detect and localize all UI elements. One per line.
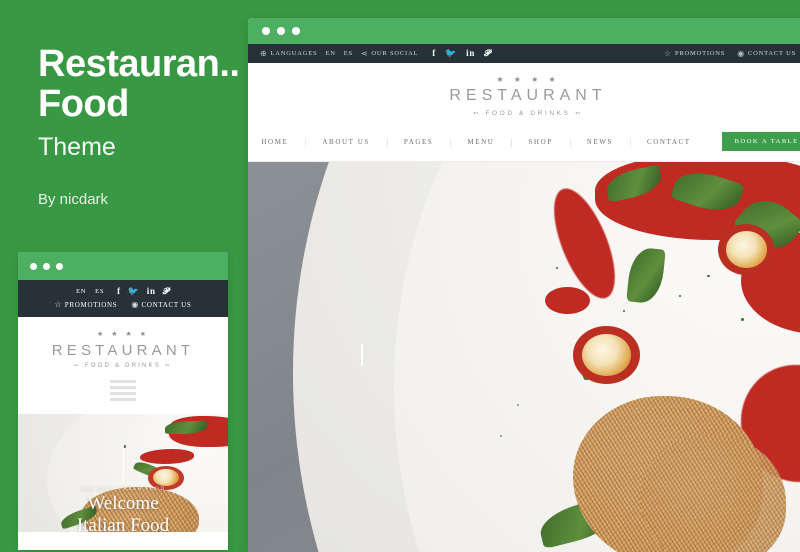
flourish-left-icon: ➳ [473,110,482,117]
globe-icon: ⊕ [260,48,268,58]
desktop-window-titlebar [248,18,800,44]
hero-food-image [248,162,800,552]
window-dot-close[interactable] [262,27,270,35]
utility-left-group: ⊕ LANGUAGES EN ES ⋖ OUR SOCIAL f 🐦 in 𝓟 [260,49,491,58]
star-icon: ☆ [663,48,672,58]
promo-panel: Restauran.. Food Theme By nicdark [38,44,258,210]
hero-heading-line-1: Welcome [87,493,159,514]
window-dot-maximize[interactable] [56,262,63,270]
logo-tagline-text: FOOD & DRINKS [485,110,571,117]
star-icon: ☆ [54,300,63,309]
page-title: Restauran.. Food [38,44,258,124]
promotions-label: PROMOTIONS [674,50,726,57]
social-links: f 🐦 in 𝓟 [432,49,491,58]
logo-stars: ★ ★ ★ ★ [496,75,560,84]
utility-right-group: ☆ PROMOTIONS ◉ CONTACT US [663,48,796,58]
linkedin-icon[interactable]: in [147,287,156,296]
promotions-link[interactable]: ☆ PROMOTIONS [54,300,118,310]
window-dot-minimize[interactable] [43,262,50,270]
twitter-icon[interactable]: 🐦 [445,49,457,58]
hero-kicker: THE BEST FRESH FOOD [80,487,166,492]
mobile-utility-row-2: ☆ PROMOTIONS ◉ CONTACT US [18,300,228,310]
facebook-icon[interactable]: f [432,49,436,58]
nav-item-news[interactable]: NEWS [569,138,630,147]
location-pin-icon: ◉ [737,48,745,58]
window-dot-maximize[interactable] [292,27,300,35]
nav-item-home[interactable]: HOME [248,138,305,146]
social-links: f 🐦 in 𝓟 [117,287,170,296]
window-dot-minimize[interactable] [277,27,285,35]
nav-item-shop[interactable]: SHOP [511,138,569,147]
hero-divider-tick [361,344,363,366]
hamburger-menu-icon[interactable] [110,380,136,401]
our-social-label: OUR SOCIAL [371,50,419,57]
window-dot-close[interactable] [30,262,37,270]
twitter-icon[interactable]: 🐦 [128,287,140,296]
facebook-icon[interactable]: f [117,287,121,296]
lang-es-link[interactable]: ES [95,288,104,295]
logo-wordmark: RESTAURANT [51,342,195,359]
logo-tagline: ➳ FOOD & DRINKS ➳ [248,109,800,117]
contact-us-label: CONTACT US [748,50,796,57]
mobile-window-titlebar [18,252,228,280]
promotions-link[interactable]: ☆ PROMOTIONS [663,48,726,58]
main-navigation: HOME ABOUT US PAGES MENU SHOP NEWS CONTA… [248,127,800,162]
flourish-left-icon: ➳ [73,363,82,369]
languages-label: LANGUAGES [270,50,318,57]
lang-en-link[interactable]: EN [325,50,335,57]
nav-item-contact[interactable]: CONTACT [629,138,708,147]
mobile-hero-section: THE BEST FRESH FOOD Welcome Italian Food [18,414,228,532]
mobile-logo-area[interactable]: ★ ★ ★ ★ RESTAURANT ➳ FOOD & DRINKS ➳ [18,317,228,414]
mobile-utility-row-1: EN ES f 🐦 in 𝓟 [18,287,228,296]
hero-divider-tick [123,444,124,484]
lang-es-link[interactable]: ES [344,50,353,57]
hamburger-line [110,398,136,401]
flourish-right-icon: ➳ [164,363,173,369]
hamburger-line [110,380,136,383]
contact-us-link[interactable]: ◉ CONTACT US [131,300,192,310]
mobile-preview-window: EN ES f 🐦 in 𝓟 ☆ PROMOTIONS ◉ CONTACT US… [18,252,228,550]
contact-us-link[interactable]: ◉ CONTACT US [737,48,796,58]
promotions-label: PROMOTIONS [64,301,118,309]
book-a-table-button[interactable]: BOOK A TABLE [721,132,800,151]
share-icon: ⋖ [360,48,369,58]
mobile-hero-text: THE BEST FRESH FOOD Welcome Italian Food [18,487,228,532]
linkedin-icon[interactable]: in [466,49,475,58]
hamburger-line [110,386,136,389]
page-title-line-2: Food [38,83,129,125]
our-social-label-group: ⋖ OUR SOCIAL [360,48,419,58]
author-byline: By nicdark [38,191,109,208]
contact-us-label: CONTACT US [141,301,192,309]
desktop-utility-bar: ⊕ LANGUAGES EN ES ⋖ OUR SOCIAL f 🐦 in 𝓟 … [248,44,800,63]
logo-tagline-text: FOOD & DRINKS [85,363,161,369]
pinterest-icon[interactable]: 𝓟 [163,287,170,296]
page-subtitle: Theme [38,133,116,161]
desktop-hero-section [248,162,800,552]
hamburger-line [110,392,136,395]
pinterest-icon[interactable]: 𝓟 [484,49,491,58]
location-pin-icon: ◉ [131,300,139,309]
languages-selector[interactable]: ⊕ LANGUAGES [260,48,318,58]
nav-item-menu[interactable]: MENU [450,138,511,147]
logo-stars: ★ ★ ★ ★ [97,331,149,338]
hero-heading-line-2: Italian Food [76,515,170,532]
desktop-logo-area[interactable]: ★ ★ ★ ★ RESTAURANT ➳ FOOD & DRINKS ➳ [248,63,800,127]
nav-item-about-us[interactable]: ABOUT US [305,138,386,147]
page-title-line-1: Restauran.. [38,43,240,85]
flourish-right-icon: ➳ [574,110,583,117]
logo-tagline: ➳ FOOD & DRINKS ➳ [18,362,228,369]
mobile-utility-bar: EN ES f 🐦 in 𝓟 ☆ PROMOTIONS ◉ CONTACT US [18,280,228,317]
desktop-preview-window: ⊕ LANGUAGES EN ES ⋖ OUR SOCIAL f 🐦 in 𝓟 … [248,18,800,552]
lang-en-link[interactable]: EN [76,288,86,295]
logo-wordmark: RESTAURANT [449,87,607,104]
nav-item-pages[interactable]: PAGES [386,138,451,147]
